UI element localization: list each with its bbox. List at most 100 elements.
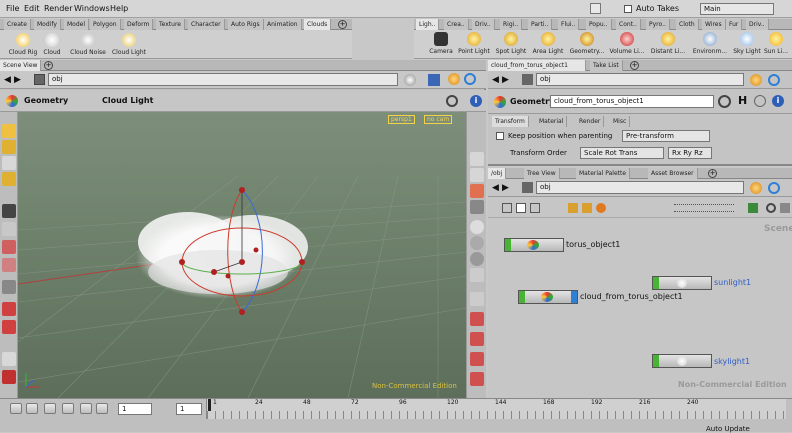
- shelf-tab-populate[interactable]: Popu..: [586, 19, 612, 30]
- tool-cloud-light[interactable]: Cloud Light: [110, 33, 148, 56]
- node-sunlight1[interactable]: [652, 276, 712, 290]
- quick-marks-icon[interactable]: [748, 203, 758, 213]
- shelf-tab-polygon[interactable]: Polygon: [90, 19, 121, 30]
- add-param-tab-icon[interactable]: +: [630, 61, 639, 70]
- network-forward-icon[interactable]: ▶: [502, 183, 509, 193]
- tab-asset-browser[interactable]: Asset Browser: [648, 168, 698, 179]
- tool-point-light[interactable]: Point Light: [456, 32, 492, 55]
- display-toggle-icon[interactable]: [470, 152, 484, 166]
- link-icon[interactable]: [464, 73, 476, 85]
- add-pane-tab-icon[interactable]: +: [44, 61, 53, 70]
- add-network-tab-icon[interactable]: +: [708, 169, 717, 178]
- tab-node-params[interactable]: cloud_from_torus_object1: [488, 60, 586, 71]
- tool-sun-light[interactable]: Sun Li...: [762, 32, 790, 55]
- shelf-tab-clouds[interactable]: Clouds: [304, 19, 332, 30]
- shelf-tab-rigid[interactable]: Rigi..: [500, 19, 523, 30]
- tab-tree-view[interactable]: Tree View: [524, 168, 560, 179]
- rotation-order-menu[interactable]: Rx Ry Rz: [668, 147, 712, 159]
- snap-tool-icon[interactable]: [2, 280, 16, 294]
- handle-tool-icon[interactable]: [2, 172, 16, 186]
- params-light-icon[interactable]: [750, 74, 762, 86]
- jump-end-icon[interactable]: [96, 403, 108, 414]
- network-link-icon[interactable]: [768, 182, 780, 194]
- node-display-flag[interactable]: [653, 277, 659, 289]
- play-reverse-icon[interactable]: [44, 403, 56, 414]
- menu-render[interactable]: Render: [44, 4, 72, 13]
- menu-help[interactable]: Help: [110, 4, 128, 13]
- network-back-icon[interactable]: ◀: [492, 183, 499, 193]
- shelf-tab-drive-2[interactable]: Driv..: [746, 19, 769, 30]
- shelf-tab-fur[interactable]: Fur: [726, 19, 743, 30]
- gear-icon[interactable]: [446, 95, 458, 107]
- shelf-tab-container[interactable]: Cont..: [616, 19, 641, 30]
- render-region-icon[interactable]: [2, 302, 16, 316]
- shelf-tab-lights[interactable]: Ligh..: [416, 19, 440, 30]
- node-cloud-from-torus[interactable]: [518, 290, 578, 304]
- shelf-tab-drive[interactable]: Driv..: [472, 19, 495, 30]
- safe-area-icon[interactable]: [470, 312, 484, 326]
- lock-icon[interactable]: [590, 3, 601, 14]
- pin-icon[interactable]: [470, 352, 484, 366]
- smooth-shade-icon[interactable]: [470, 236, 484, 250]
- lights-icon[interactable]: [470, 184, 484, 198]
- node-display-flag[interactable]: [505, 239, 511, 251]
- tab-take-list[interactable]: Take List: [590, 60, 623, 71]
- shading-icon[interactable]: [2, 370, 16, 384]
- node-display-flag[interactable]: [519, 291, 525, 303]
- hide-others-icon[interactable]: [470, 168, 484, 182]
- help-h-icon[interactable]: H: [738, 94, 747, 107]
- node-display-flag[interactable]: [653, 355, 659, 367]
- translate-tool-icon[interactable]: [2, 222, 16, 236]
- section-tab-material[interactable]: Material: [536, 116, 568, 127]
- tool-volume-light[interactable]: Volume Li...: [608, 32, 646, 55]
- arrow-tool-icon[interactable]: [2, 204, 16, 218]
- camera-menu[interactable]: no cam: [424, 115, 453, 124]
- params-option-icon[interactable]: [754, 95, 766, 107]
- note-icon[interactable]: [530, 203, 540, 213]
- color-palette-icon[interactable]: [568, 203, 578, 213]
- display-options-icon[interactable]: [2, 352, 16, 366]
- start-frame-field[interactable]: 1: [176, 403, 202, 415]
- camera-label[interactable]: persp1: [388, 115, 415, 124]
- overlay-icon[interactable]: [470, 372, 484, 386]
- desktop-select[interactable]: Main: [700, 3, 774, 15]
- params-path-field[interactable]: obj: [536, 73, 744, 86]
- menu-windows[interactable]: Windows: [74, 4, 110, 13]
- tool-spot-light[interactable]: Spot Light: [494, 32, 528, 55]
- shelf-tab-fluids[interactable]: Flui..: [558, 19, 580, 30]
- shelf-tab-cloth[interactable]: Cloth: [676, 19, 699, 30]
- params-info-icon[interactable]: i: [772, 95, 784, 107]
- sphere-icon[interactable]: [404, 74, 416, 86]
- shelf-tab-character[interactable]: Character: [188, 19, 225, 30]
- zoom-icon[interactable]: [766, 203, 776, 213]
- shelf-tab-model[interactable]: Model: [64, 19, 90, 30]
- node-name-field[interactable]: cloud_from_torus_object1: [550, 95, 714, 108]
- scale-tool-icon[interactable]: [2, 258, 16, 272]
- shelf-tab-deform[interactable]: Deform: [124, 19, 154, 30]
- sphere-shade-icon[interactable]: [470, 220, 484, 234]
- shelf-tab-create-fx[interactable]: Crea..: [444, 19, 469, 30]
- tool-cloud-rig[interactable]: Cloud Rig: [4, 33, 42, 56]
- menu-edit[interactable]: Edit: [24, 4, 40, 13]
- shelf-tab-pyro[interactable]: Pyro..: [646, 19, 670, 30]
- wire-icon[interactable]: [470, 200, 484, 214]
- grid-icon[interactable]: [470, 268, 484, 282]
- params-forward-icon[interactable]: ▶: [502, 75, 509, 85]
- jump-start-icon[interactable]: [10, 403, 22, 414]
- params-link-icon[interactable]: [768, 74, 780, 86]
- shelf-tab-texture[interactable]: Texture: [156, 19, 185, 30]
- timeline-ruler[interactable]: 1 24 48 72 96 120 144 168 192 216 240: [206, 399, 787, 419]
- tool-camera[interactable]: Camera: [428, 32, 454, 55]
- node-render-flag[interactable]: [571, 291, 577, 303]
- keep-position-checkbox[interactable]: [496, 132, 504, 140]
- rotate-tool-icon[interactable]: [2, 240, 16, 254]
- network-path-field[interactable]: obj: [536, 181, 744, 194]
- viewport[interactable]: persp1 no cam Non-Commercial Edition: [18, 112, 466, 398]
- cube-icon[interactable]: [428, 74, 440, 86]
- step-back-icon[interactable]: [26, 403, 38, 414]
- ghost-icon[interactable]: [470, 332, 484, 346]
- tool-geometry-light[interactable]: Geometry...: [568, 32, 606, 55]
- stop-icon[interactable]: [62, 403, 74, 414]
- shelf-tab-wires[interactable]: Wires: [702, 19, 726, 30]
- shelf-tab-create[interactable]: Create: [4, 19, 31, 30]
